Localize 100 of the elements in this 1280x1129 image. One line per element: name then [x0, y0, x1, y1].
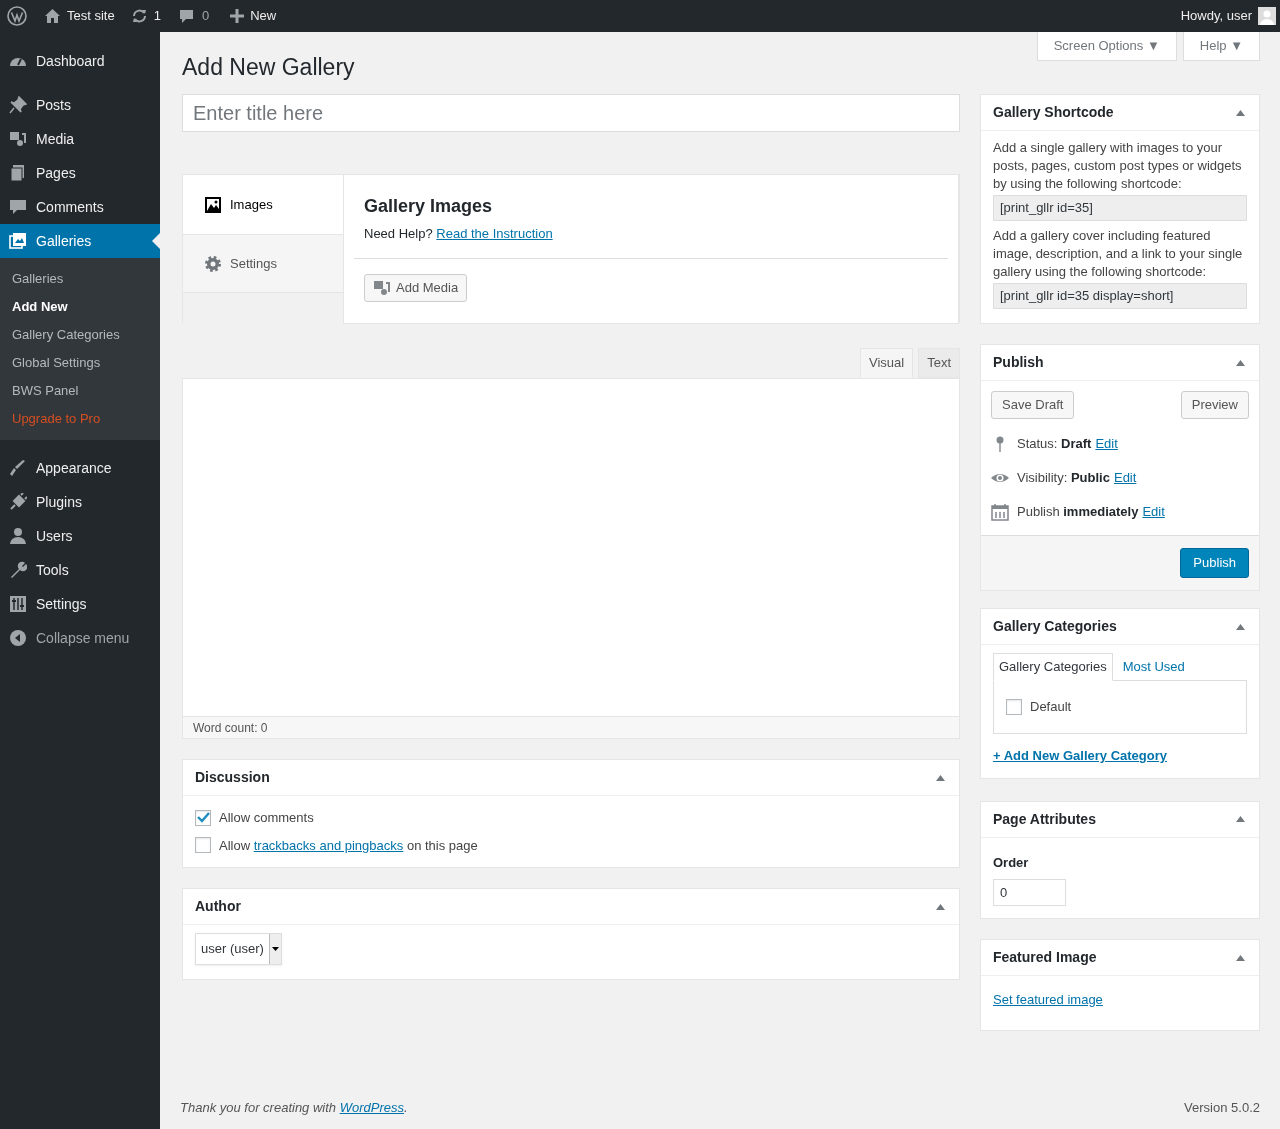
publish-status-text: Status: Draft [1017, 435, 1092, 454]
sidebar-menu-item[interactable]: Media [0, 122, 160, 156]
postbox-title: Gallery Categories [993, 617, 1117, 636]
comment-icon [178, 8, 194, 24]
checkbox[interactable] [195, 809, 211, 826]
collapse-arrow-icon [1235, 109, 1245, 116]
sidebar-menu-item[interactable]: Dashboard [0, 44, 160, 78]
submenu-item[interactable]: BWS Panel [0, 377, 160, 405]
order-label: Order [993, 853, 1030, 872]
dropdown-arrow-icon [271, 947, 279, 951]
sidebar-menu-item[interactable]: Posts [0, 88, 160, 122]
word-count: Word count: 0 [193, 719, 268, 737]
collapse-arrow-icon [935, 774, 945, 781]
plus-icon [230, 9, 245, 23]
preview-button[interactable]: Preview [1180, 391, 1249, 419]
shortcode-field[interactable]: [print_gllr id=35 display=short] [993, 283, 1247, 309]
collapse-arrow-icon [1235, 954, 1245, 961]
brush-icon [9, 459, 27, 477]
sidebar-menu-item[interactable]: Collapse menu [0, 621, 160, 655]
sidebar-menu-item[interactable]: Comments [0, 190, 160, 224]
footer-credit: Thank you for creating with WordPress. [180, 1098, 408, 1117]
sidebar-menu-item[interactable]: Pages [0, 156, 160, 190]
sliders-icon [9, 595, 27, 613]
page-title: Add New Gallery [182, 53, 355, 81]
updates-count[interactable]: 1 [153, 6, 161, 26]
checkmark-icon [196, 812, 210, 824]
publish-status-text: Visibility: Public [1017, 469, 1110, 488]
sidebar-menu-item[interactable]: Appearance [0, 451, 160, 485]
add-category-link[interactable]: + Add New Gallery Category [993, 746, 1247, 766]
shortcode-description: Add a gallery cover including featured image, description, and a link to your single gallery using the following shortcode: [993, 227, 1244, 281]
collapse-arrow-icon [935, 903, 945, 910]
help-text: Need Help? [364, 226, 433, 241]
help-button[interactable]: Help ▼ [1182, 32, 1260, 61]
howdy-link[interactable]: Howdy, user [1180, 6, 1252, 26]
author-select[interactable]: user (user) [195, 933, 282, 965]
trackbacks-link[interactable]: trackbacks and pingbacks [253, 837, 404, 853]
submenu-item[interactable]: Galleries [0, 265, 160, 293]
media-icon [9, 130, 27, 148]
postbox-title: Page Attributes [993, 809, 1096, 829]
gallery-images-heading: Gallery Images [363, 195, 494, 218]
submenu-item[interactable]: Add New [0, 293, 160, 321]
comments-count[interactable]: 0 [201, 6, 210, 26]
collapse-icon [9, 629, 27, 647]
publish-button[interactable]: Publish [1180, 548, 1249, 578]
postbox-title: Gallery Shortcode [993, 103, 1114, 122]
screen-options-button[interactable]: Screen Options ▼ [1036, 32, 1177, 61]
comment-icon [9, 198, 27, 216]
order-field[interactable]: 0 [993, 879, 1066, 906]
user-icon [9, 527, 27, 545]
sidebar-menu-item[interactable]: Plugins [0, 485, 160, 519]
checkbox[interactable] [1006, 699, 1022, 715]
title-field[interactable]: Enter title here [182, 94, 960, 132]
checkbox[interactable] [195, 837, 211, 854]
wordpress-link[interactable]: WordPress [339, 1099, 404, 1115]
save-draft-button[interactable]: Save Draft [991, 391, 1075, 419]
submenu-item[interactable]: Gallery Categories [0, 321, 160, 349]
category-tab[interactable]: Gallery Categories [993, 653, 1113, 681]
refresh-icon [130, 8, 148, 24]
gallery-tab[interactable]: Settings [183, 234, 344, 293]
calendar-icon [991, 503, 1009, 521]
current-menu-pointer [152, 233, 160, 249]
pin-icon [9, 96, 27, 114]
edit-link[interactable]: Edit [1095, 434, 1118, 454]
editor-tab[interactable]: Text [918, 348, 960, 378]
wordpress-logo-icon [7, 6, 27, 26]
postbox-title: Featured Image [993, 948, 1097, 967]
category-tab[interactable]: Most Used [1112, 653, 1195, 681]
gear-icon [204, 254, 222, 273]
collapse-arrow-icon [1235, 623, 1245, 630]
sidebar-menu-item[interactable]: Settings [0, 587, 160, 621]
shortcode-field[interactable]: [print_gllr id=35] [993, 195, 1247, 221]
sidebar-menu-item[interactable]: Tools [0, 553, 160, 587]
media-icon [373, 279, 391, 296]
collapse-arrow-icon [1235, 359, 1245, 366]
site-name-link[interactable]: Test site [67, 6, 115, 26]
postbox-title: Discussion [195, 768, 270, 787]
postbox-title: Author [195, 897, 241, 916]
avatar-icon [1258, 7, 1276, 25]
version-text: Version 5.0.2 [1184, 1098, 1260, 1117]
edit-link[interactable]: Edit [1142, 502, 1165, 522]
new-link[interactable]: New [250, 6, 277, 26]
editor-tab[interactable]: Visual [859, 348, 914, 378]
plug-icon [9, 493, 27, 511]
edit-link[interactable]: Edit [1113, 468, 1137, 488]
shortcode-description: Add a single gallery with images to your posts, pages, custom post types or widgets by using the following shortcode: [993, 139, 1243, 193]
gallery-icon [9, 232, 27, 250]
gallery-tab[interactable]: Images [183, 175, 344, 234]
sidebar-menu-item[interactable]: Galleries [0, 224, 160, 258]
pages-icon [9, 164, 27, 182]
add-media-button[interactable]: Add Media [364, 273, 468, 302]
image-icon [204, 195, 222, 214]
set-featured-image-link[interactable]: Set featured image [993, 992, 1103, 1007]
option-label: Allow comments [219, 809, 314, 827]
sidebar-menu-item[interactable]: Users [0, 519, 160, 553]
category-label: Default [1030, 698, 1072, 717]
instruction-link[interactable]: Read the Instruction [436, 226, 553, 241]
option-label: Allow trackbacks and pingbacks on this page [219, 836, 478, 855]
publish-status-text: Publish immediately [1017, 503, 1139, 522]
submenu-item[interactable]: Global Settings [0, 349, 160, 377]
home-icon [44, 8, 61, 24]
